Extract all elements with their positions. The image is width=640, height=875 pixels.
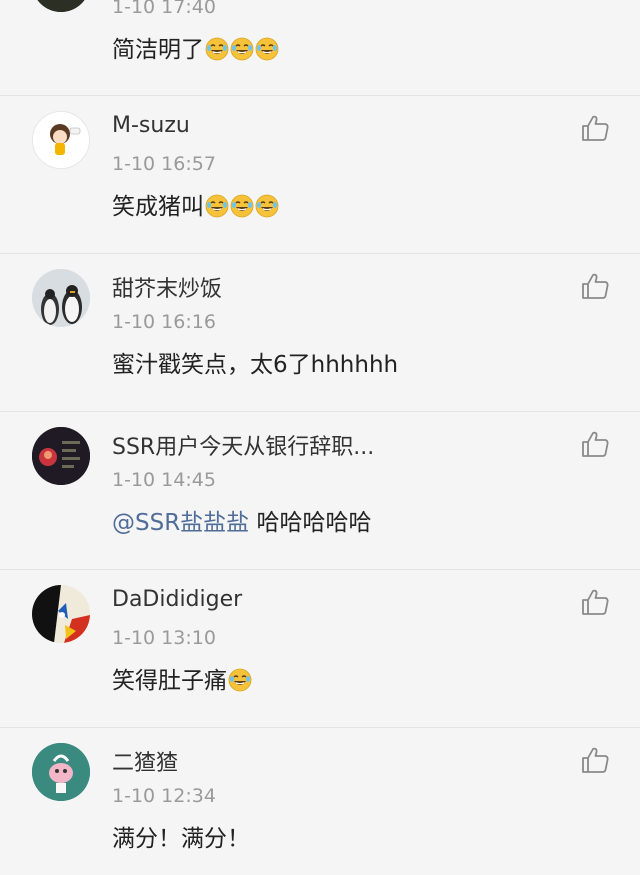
thumbs-up-icon: [582, 273, 609, 299]
comment-username[interactable]: M-suzu: [112, 113, 190, 138]
laughing-tears-emoji: [230, 37, 254, 61]
avatar[interactable]: [32, 743, 90, 801]
comment-time: 1-10 16:57: [112, 153, 216, 175]
avatar[interactable]: [32, 0, 90, 12]
comment-item: M-suzu 1-10 16:57 笑成猪叫: [0, 95, 640, 254]
like-button[interactable]: [580, 587, 610, 617]
thumbs-up-icon: [582, 747, 609, 773]
like-button[interactable]: [580, 271, 610, 301]
laughing-tears-emoji: [255, 194, 279, 218]
comment-text-content: 笑成猪叫: [112, 194, 204, 220]
comment-time: 1-10 12:34: [112, 785, 216, 807]
comment-text-content: 哈哈哈哈哈: [249, 510, 372, 536]
comment-text-content: 笑得肚子痛: [112, 668, 227, 694]
avatar[interactable]: [32, 585, 90, 643]
laughing-tears-emoji: [230, 194, 254, 218]
thumbs-up-icon: [582, 431, 609, 457]
avatar[interactable]: [32, 269, 90, 327]
mention-link[interactable]: @SSR盐盐盐: [112, 510, 249, 536]
avatar[interactable]: [32, 111, 90, 169]
laughing-tears-emoji: [205, 194, 229, 218]
comment-text: 满分！满分！: [112, 826, 250, 852]
comment-text: 笑得肚子痛: [112, 661, 252, 695]
laughing-tears-emoji: [205, 37, 229, 61]
comment-time: 1-10 17:40: [112, 0, 216, 18]
laughing-tears-emoji: [255, 37, 279, 61]
like-button[interactable]: [580, 429, 610, 459]
comment-text: 笑成猪叫: [112, 187, 279, 221]
comment-username[interactable]: DaDididiger: [112, 587, 242, 612]
comment-item: 二猹猹 1-10 12:34 满分！满分！: [0, 727, 640, 875]
comment-text: 蜜汁戳笑点，太6了hhhhhh: [112, 352, 399, 378]
comment-time: 1-10 13:10: [112, 627, 216, 649]
comment-item: 甜芥末炒饭 1-10 16:16 蜜汁戳笑点，太6了hhhhhh: [0, 253, 640, 412]
laughing-tears-emoji: [228, 668, 252, 692]
comment-time: 1-10 14:45: [112, 469, 216, 491]
like-button[interactable]: [580, 113, 610, 143]
comment-text-content: 简洁明了: [112, 37, 204, 63]
thumbs-up-icon: [582, 589, 609, 615]
thumbs-up-icon: [582, 115, 609, 141]
comment-text: 简洁明了: [112, 30, 279, 64]
comment-item: SSR用户今天从银行辞职... 1-10 14:45 @SSR盐盐盐 哈哈哈哈哈: [0, 411, 640, 570]
comment-time: 1-10 16:16: [112, 311, 216, 333]
comment-item: DaDididiger 1-10 13:10 笑得肚子痛: [0, 569, 640, 728]
comment-text: @SSR盐盐盐 哈哈哈哈哈: [112, 503, 372, 537]
comment-item: 1-10 17:40 简洁明了: [0, 0, 640, 96]
avatar[interactable]: [32, 427, 90, 485]
like-button[interactable]: [580, 745, 610, 775]
comment-username[interactable]: 甜芥末炒饭: [112, 271, 222, 303]
comment-username[interactable]: 二猹猹: [112, 745, 178, 777]
comment-username[interactable]: SSR用户今天从银行辞职...: [112, 429, 374, 461]
